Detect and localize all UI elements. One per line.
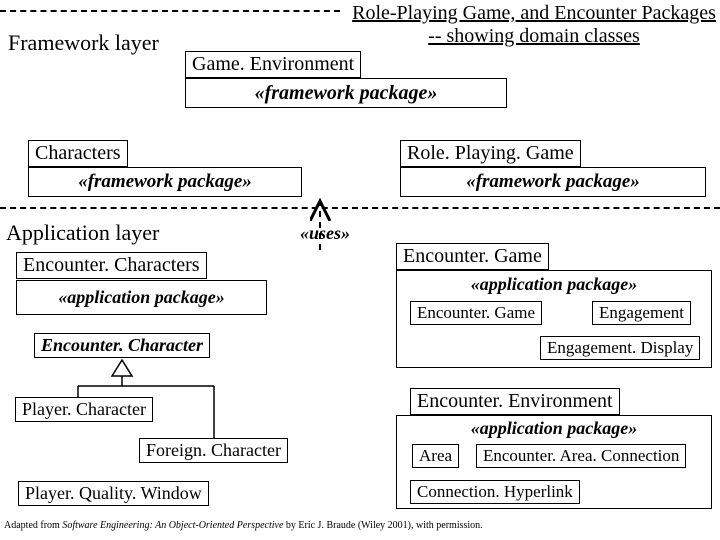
class-foreign-character: Foreign. Character	[139, 438, 288, 463]
package-rpg-tab: Role. Playing. Game	[400, 140, 581, 167]
class-enc-area-connection: Encounter. Area. Connection	[476, 444, 686, 468]
class-engagement: Engagement	[592, 301, 691, 325]
uses-stereotype: «uses»	[300, 223, 350, 244]
package-enc-characters-body: «application package»	[16, 280, 267, 315]
footnote-prefix: Adapted from	[4, 520, 62, 531]
footnote-suffix: by Eric J. Braude (Wiley 2001), with per…	[283, 520, 482, 531]
package-game-environment-body: «framework package»	[185, 78, 507, 108]
package-enc-characters-tab: Encounter. Characters	[16, 252, 207, 279]
package-rpg-body: «framework package»	[400, 167, 706, 197]
class-area: Area	[412, 444, 459, 468]
divider-mid	[0, 207, 720, 209]
footnote: Adapted from Software Engineering: An Ob…	[4, 520, 483, 531]
package-characters-tab: Characters	[28, 140, 128, 167]
class-encounter-game-inner: Encounter. Game	[410, 301, 542, 325]
class-engagement-display: Engagement. Display	[540, 336, 700, 360]
footnote-book: Software Engineering: An Object-Oriented…	[62, 520, 283, 531]
diagram-title: Role-Playing Game, and Encounter Package…	[348, 2, 720, 48]
package-enc-game-tab: Encounter. Game	[396, 243, 549, 270]
framework-layer-label: Framework layer	[8, 30, 159, 56]
class-connection-hyperlink: Connection. Hyperlink	[410, 480, 580, 504]
package-enc-characters-stereo: «application package»	[17, 281, 266, 314]
package-characters-body: «framework package»	[28, 167, 302, 197]
package-enc-game-stereo: «application package»	[397, 271, 711, 295]
class-player-quality-window: Player. Quality. Window	[18, 481, 209, 506]
divider-top	[0, 10, 340, 12]
title-line1: Role-Playing Game, and Encounter Package…	[348, 2, 720, 25]
class-encounter-character: Encounter. Character	[34, 333, 210, 358]
title-line2: -- showing domain classes	[348, 25, 720, 48]
application-layer-label: Application layer	[6, 220, 159, 246]
package-game-environment-tab: Game. Environment	[185, 51, 361, 78]
package-enc-environment-tab: Encounter. Environment	[410, 388, 620, 415]
package-enc-environment-stereo: «application package»	[397, 416, 711, 439]
class-player-character: Player. Character	[15, 397, 153, 422]
